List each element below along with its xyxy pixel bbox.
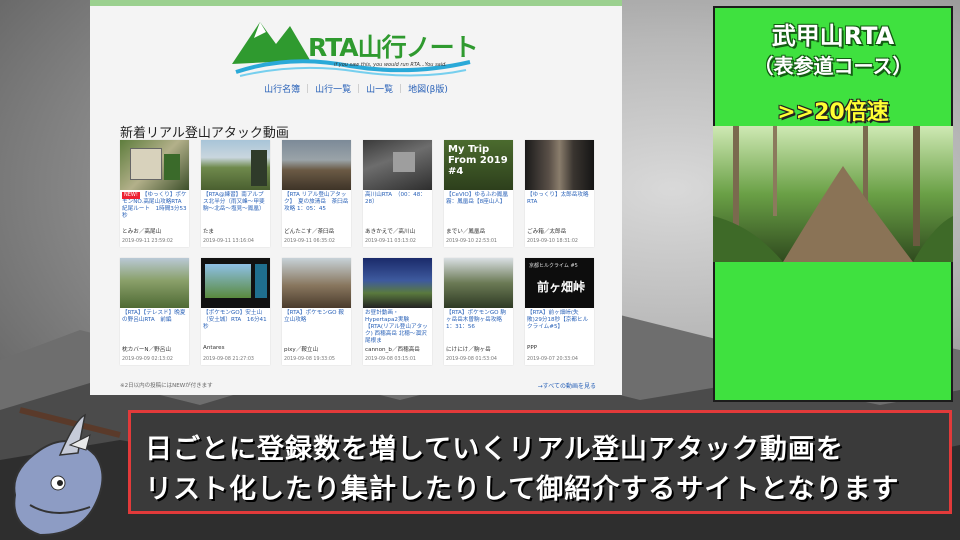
video-card[interactable]: 【ゆっくり】太郎岳攻略RTA ごみ箱／太郎岳 2019-09-10 18:31:… (525, 140, 594, 247)
video-card[interactable]: 【RTA リアル登山アタック】 夏の旅清岳 茶臼岳攻略 1：05：45 どんたこ… (282, 140, 351, 247)
video-title[interactable]: 【RTA】ポケモンGO 駒ヶ岳岳木曽駒ヶ岳攻略1：31：56 (444, 308, 513, 345)
video-card[interactable]: 【RTA】【テレスド】晩夏の野呂山RTA 前編 枕カバーN／野呂山 2019-0… (120, 258, 189, 365)
video-card[interactable]: 高川山RTA （00：48：28） あきかえで／高川山 2019-09-11 0… (363, 140, 432, 247)
video-title[interactable]: 【RTA】【テレスド】晩夏の野呂山RTA 前編 (120, 308, 189, 345)
video-thumbnail[interactable] (363, 258, 432, 308)
video-date: 2019-09-08 03:15:01 (365, 357, 416, 362)
video-author[interactable]: PPP (525, 345, 594, 357)
section-title: 新着リアル登山アタック動画 (120, 126, 289, 141)
video-title[interactable]: 【CeVIO】ゆるふわ鳳凰霧：鳳凰岳【8座山人】 (444, 190, 513, 227)
video-title[interactable]: 【RTA リアル登山アタック】 夏の旅清岳 茶臼岳攻略 1：05：45 (282, 190, 351, 227)
video-author[interactable]: Antares (201, 345, 270, 357)
thumbnail-text: 京都ヒルクライム #5 (529, 263, 578, 269)
video-author[interactable]: 枕カバーN／野呂山 (120, 345, 189, 357)
video-date: 2019-09-11 13:16:04 (203, 239, 254, 244)
video-thumbnail[interactable] (282, 258, 351, 308)
video-author[interactable]: とみお／高尾山 (120, 227, 189, 239)
rta-info-panel: 武甲山RTA （表参道コース） >>20倍速 (713, 6, 953, 402)
video-thumbnail[interactable]: My Trip From 2019 #4 (444, 140, 513, 190)
dragon-mascot-icon (13, 407, 121, 537)
video-thumbnail[interactable] (363, 140, 432, 190)
video-title[interactable]: 【RTA@練習】南アルプス北半分（雨又峰～甲斐駒～北岳～塩見～鳳凰） (201, 190, 270, 227)
video-card[interactable]: 【RTA】ポケモンGO 駒ヶ岳岳木曽駒ヶ岳攻略1：31：56 にけにけ／駒ヶ岳 … (444, 258, 513, 365)
video-title[interactable]: 【RTA】前ヶ畑峠(失敗)29分18秒【京都ヒルクライム#5】 (525, 308, 594, 345)
playback-speed: >>20倍速 (777, 100, 889, 125)
new-footnote: ※2日以内の投稿にはNEWが付きます (120, 383, 213, 389)
video-date: 2019-09-08 21:27:03 (203, 357, 254, 362)
subtitle-box: 日ごとに登録数を増していくリアル登山アタック動画を リスト化したり集計したりして… (128, 410, 952, 514)
site-top-bar (90, 0, 622, 6)
video-card[interactable]: NEW! 【ゆっくり】ポケモンNO.高尾山攻略RTA 紀尾ルート 1時間3分53秒… (120, 140, 189, 247)
video-thumbnail[interactable] (201, 258, 270, 308)
logo-text: RTA山行ノート (308, 33, 479, 62)
site-nav: 山行名簿｜山行一覧｜山一覧｜地図(β版) (90, 82, 622, 95)
video-title[interactable]: 【ゆっくり】太郎岳攻略RTA (525, 190, 594, 227)
video-date: 2019-09-08 01:53:04 (446, 357, 497, 362)
video-title[interactable]: 【ポケモンGO】安土山（安土城）RTA 16分41秒 (201, 308, 270, 345)
video-date: 2019-09-09 02:13:02 (122, 357, 173, 362)
video-date: 2019-09-10 18:31:02 (527, 239, 578, 244)
nav-map[interactable]: 地図(β版) (405, 85, 451, 95)
video-date: 2019-09-11 23:59:02 (122, 239, 173, 244)
video-date: 2019-09-07 20:33:04 (527, 357, 578, 362)
video-title[interactable]: 高川山RTA （00：48：28） (363, 190, 432, 227)
video-thumbnail[interactable] (120, 258, 189, 308)
site-logo[interactable]: RTA山行ノート if you saw this, you would run … (230, 14, 490, 80)
video-title[interactable]: NEW! 【ゆっくり】ポケモンNO.高尾山攻略RTA 紀尾ルート 1時間3分53秒 (120, 190, 189, 227)
video-thumbnail[interactable] (120, 140, 189, 190)
new-badge: NEW! (122, 192, 140, 199)
video-card[interactable]: 【RTA@練習】南アルプス北半分（雨又峰～甲斐駒～北岳～塩見～鳳凰） たま 20… (201, 140, 270, 247)
video-author[interactable]: cannon_b／西穂高岳 (363, 345, 432, 357)
logo-tagline: if you saw this, you would run RTA...You… (334, 62, 447, 68)
video-date: 2019-09-11 03:13:02 (365, 239, 416, 244)
nav-separator: ｜ (354, 85, 364, 95)
video-date: 2019-09-11 06:35:02 (284, 239, 335, 244)
video-thumbnail[interactable] (525, 140, 594, 190)
video-author[interactable]: pixy／鞍立山 (282, 345, 351, 357)
subtitle-line-2: リスト化したり集計したりして御紹介するサイトとなります (145, 474, 900, 505)
nav-separator: ｜ (396, 85, 406, 95)
video-author[interactable]: どんたこす／茶臼岳 (282, 227, 351, 239)
website-panel: RTA山行ノート if you saw this, you would run … (90, 0, 622, 395)
rta-course: （表参道コース） (753, 54, 913, 78)
video-title[interactable]: お昼計動画・Hypertapa2実験【RTA(リアル登山アタック) 西穂高岳 北… (363, 308, 432, 345)
video-card[interactable]: My Trip From 2019 #4 【CeVIO】ゆるふわ鳳凰霧：鳳凰岳【… (444, 140, 513, 247)
video-card[interactable]: お昼計動画・Hypertapa2実験【RTA(リアル登山アタック) 西穂高岳 北… (363, 258, 432, 365)
nav-separator: ｜ (303, 85, 313, 95)
video-author[interactable]: にけにけ／駒ヶ岳 (444, 345, 513, 357)
video-author[interactable]: あきかえで／高川山 (363, 227, 432, 239)
forest-trail-video (713, 126, 953, 262)
video-title[interactable]: 【RTA】ポケモンGO 鞍立山攻略 (282, 308, 351, 345)
video-card[interactable]: 【RTA】ポケモンGO 鞍立山攻略 pixy／鞍立山 2019-09-08 19… (282, 258, 351, 365)
video-author[interactable]: ごみ箱／太郎岳 (525, 227, 594, 239)
video-thumbnail[interactable] (282, 140, 351, 190)
video-thumbnail[interactable]: 京都ヒルクライム #5 前ヶ畑峠 (525, 258, 594, 308)
nav-climber-list[interactable]: 山行名簿 (261, 85, 303, 95)
nav-mountain-list[interactable]: 山一覧 (363, 85, 396, 95)
video-card[interactable]: 京都ヒルクライム #5 前ヶ畑峠 【RTA】前ヶ畑峠(失敗)29分18秒【京都ヒ… (525, 258, 594, 365)
video-author[interactable]: までい／鳳凰岳 (444, 227, 513, 239)
subtitle-line-1: 日ごとに登録数を増していくリアル登山アタック動画を (145, 434, 844, 465)
video-author[interactable]: たま (201, 227, 270, 239)
forest-trail-image (713, 126, 953, 262)
video-date: 2019-09-08 19:33:05 (284, 357, 335, 362)
video-card[interactable]: 【ポケモンGO】安土山（安土城）RTA 16分41秒 Antares 2019-… (201, 258, 270, 365)
thumbnail-text: My Trip From 2019 #4 (448, 144, 508, 177)
video-thumbnail[interactable] (444, 258, 513, 308)
nav-climb-list[interactable]: 山行一覧 (312, 85, 354, 95)
rta-title: 武甲山RTA (771, 22, 895, 50)
thumbnail-text: 前ヶ畑峠 (537, 280, 586, 294)
video-date: 2019-09-10 22:53:01 (446, 239, 497, 244)
video-thumbnail[interactable] (201, 140, 270, 190)
see-all-link[interactable]: →すべての動画を見る (538, 381, 596, 390)
